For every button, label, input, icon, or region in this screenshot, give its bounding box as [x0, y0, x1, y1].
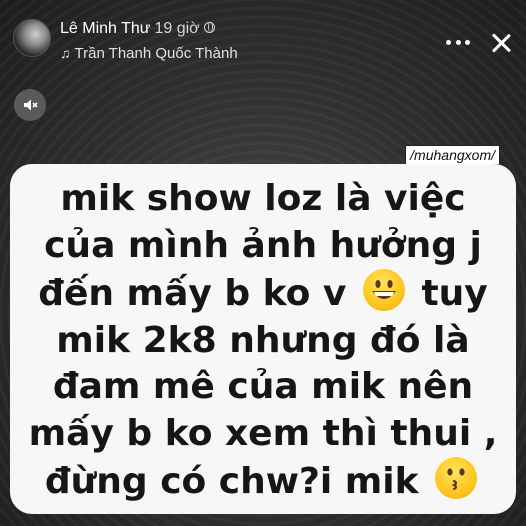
- kissing-face-emoji: [435, 457, 478, 499]
- post-time: 19 giờ: [154, 20, 200, 37]
- author-line: Lê Minh Thư 19 giờ: [60, 20, 215, 38]
- story-text-panel: mik show loz là việc của mình ảnh hưởng …: [10, 164, 516, 514]
- story-line: mấy b ko xem thì thui ,: [28, 412, 498, 454]
- more-dot: [455, 39, 461, 45]
- story-line: đam mê của mik nên: [52, 366, 474, 407]
- avatar[interactable]: [13, 19, 51, 57]
- story-text: mik show loz là việc của mình ảnh hưởng …: [10, 176, 516, 506]
- music-note-icon: ♫: [60, 45, 71, 61]
- story-header: Lê Minh Thư 19 giờ ♫ Trần Thanh Quốc Thành: [0, 0, 526, 70]
- speaker-muted-icon: [24, 99, 38, 111]
- story-line: mik show loz là việc: [60, 178, 466, 219]
- globe-icon: [203, 22, 215, 33]
- music-artist: Trần Thanh Quốc Thành: [74, 45, 238, 62]
- story-line: của mình ảnh hưởng j: [44, 224, 482, 266]
- watermark: /muhangxom/: [405, 145, 500, 165]
- more-dot: [465, 39, 470, 45]
- more-options-button[interactable]: [442, 33, 474, 51]
- story-line: mik 2k8 nhưng đó là: [56, 319, 470, 361]
- mute-button[interactable]: [14, 89, 46, 121]
- close-button[interactable]: [488, 30, 514, 56]
- music-line[interactable]: ♫ Trần Thanh Quốc Thành: [60, 45, 238, 62]
- story-line-part: tuy: [421, 273, 488, 314]
- more-dots-icon: [446, 39, 451, 45]
- story-line-with-emoji: đừng có chw?i mik: [10, 457, 516, 506]
- grinning-face-emoji: [362, 269, 405, 311]
- story-line-part: đừng có chw?i mik: [44, 461, 419, 502]
- story-line-part: đến mấy b ko v: [38, 273, 347, 314]
- author-name[interactable]: Lê Minh Thư: [60, 20, 150, 37]
- story-line-with-emoji: đến mấy b ko v tuy: [10, 269, 516, 318]
